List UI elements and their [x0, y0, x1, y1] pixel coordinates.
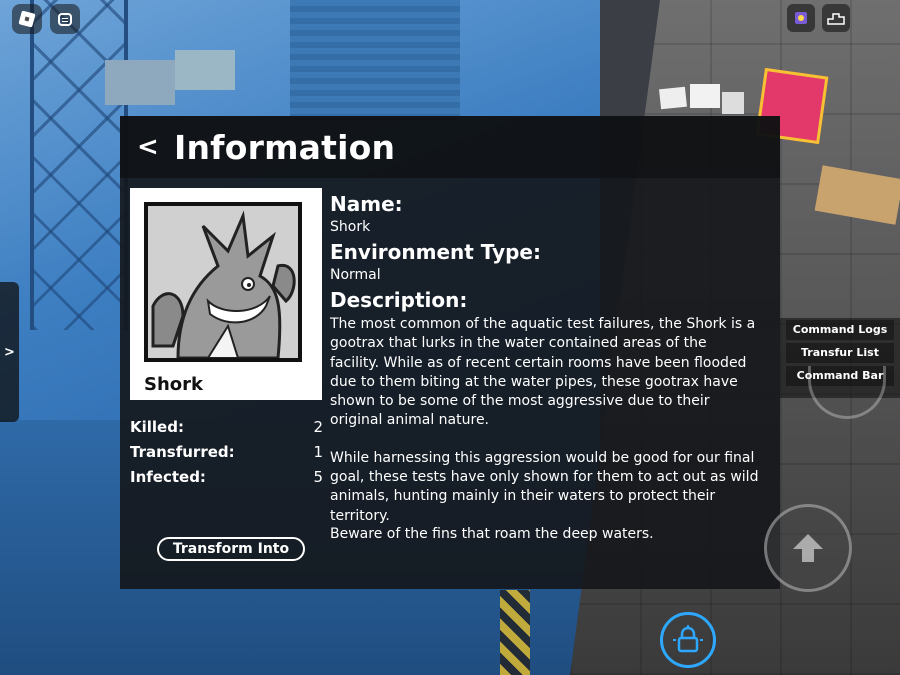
stat-value: 5	[313, 468, 323, 486]
scaffold-truss	[30, 0, 128, 330]
roblox-logo-icon	[18, 10, 36, 28]
stat-label: Transfurred:	[130, 443, 235, 461]
hazard-stripe	[500, 590, 530, 675]
name-heading: Name:	[330, 192, 403, 216]
information-panel: < Information Shork Killed: 2 Transfurre…	[120, 116, 780, 589]
side-tab-chevron: >	[4, 344, 15, 360]
character-portrait	[144, 202, 302, 362]
environment-type-value: Normal	[330, 267, 381, 283]
stat-label: Infected:	[130, 468, 206, 486]
roblox-menu-button[interactable]	[12, 4, 42, 34]
shutter-door	[290, 0, 460, 120]
crate	[105, 60, 175, 105]
character-card: Shork	[130, 188, 322, 400]
jump-button[interactable]	[764, 504, 852, 592]
leaderboard-button[interactable]	[822, 4, 850, 32]
description-paragraph: While harnessing this aggression would b…	[330, 449, 759, 524]
page-title: Information	[174, 127, 396, 167]
name-value: Shork	[330, 219, 371, 235]
shift-lock-button[interactable]	[660, 612, 716, 668]
stat-value: 1	[313, 443, 323, 461]
description-text: The most common of the aquatic test fail…	[330, 315, 760, 544]
chat-icon	[58, 12, 72, 26]
character-name: Shork	[144, 374, 203, 395]
crate	[175, 50, 235, 90]
stat-value: 2	[313, 418, 323, 436]
stat-infected: Infected: 5	[130, 468, 323, 486]
shift-lock-icon	[673, 625, 703, 653]
badge-icon	[795, 12, 807, 24]
poster	[659, 86, 687, 110]
stat-killed: Killed: 2	[130, 418, 323, 436]
stat-transfurred: Transfurred: 1	[130, 443, 323, 461]
badge-button[interactable]	[787, 4, 815, 32]
description-heading: Description:	[330, 288, 468, 312]
command-logs-button[interactable]: Command Logs	[786, 320, 894, 340]
poster	[722, 92, 744, 114]
chat-button[interactable]	[50, 4, 80, 34]
jump-arrow-icon	[793, 534, 823, 562]
panel-header: < Information	[120, 116, 780, 178]
transfur-list-button[interactable]: Transfur List	[786, 343, 894, 363]
poster	[690, 84, 720, 108]
shork-portrait-image	[148, 206, 298, 358]
stat-label: Killed:	[130, 418, 184, 436]
back-button[interactable]: <	[137, 132, 163, 162]
environment-type-heading: Environment Type:	[330, 240, 541, 264]
side-panel-toggle[interactable]: >	[0, 282, 19, 422]
description-paragraph: The most common of the aquatic test fail…	[330, 316, 756, 429]
leaderboard-icon	[827, 13, 845, 25]
description-footnote: Beware of the fins that roam the deep wa…	[330, 526, 654, 542]
transform-into-button[interactable]: Transform Into	[157, 537, 305, 561]
